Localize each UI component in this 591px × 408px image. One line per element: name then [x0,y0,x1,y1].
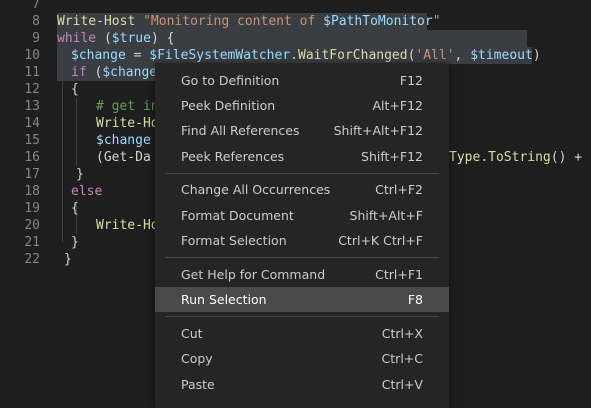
code-line: # get in [96,99,159,114]
line-number: 21 [24,235,40,250]
line-number: 12 [24,82,40,97]
code-line: } [76,167,84,182]
menu-item-copy[interactable]: Copy Ctrl+C [155,346,449,371]
line-number: 20 [24,218,40,233]
code-line: while ($true) { [57,31,175,46]
code-line: { [71,82,79,97]
code-line: } [64,252,72,267]
menu-item-change-all-occurrences[interactable]: Change All Occurrences Ctrl+F2 [155,177,449,202]
code-line: } [71,235,79,250]
context-menu: Go to Definition F12 Peek Definition Alt+F… [155,63,449,408]
menu-item-cut[interactable]: Cut Ctrl+X [155,321,449,346]
code-line: { [71,201,79,216]
code-line: else [71,184,103,199]
menu-item-peek-references[interactable]: Peek References Shift+F12 [155,144,449,169]
line-number: 14 [24,116,40,131]
menu-item-format-document[interactable]: Format Document Shift+Alt+F [155,203,449,228]
menu-item-get-help-for-command[interactable]: Get Help for Command Ctrl+F1 [155,262,449,287]
code-line: $change = $FileSystemWatcher.WaitForChan… [71,48,541,63]
line-number: 8 [32,14,40,29]
line-number: 22 [24,252,40,267]
line-number: 17 [24,167,40,182]
code-line: $change [96,133,151,148]
line-number: 16 [24,150,40,165]
line-number: 7 [32,0,40,12]
menu-separator [165,257,439,258]
code-line: if ($change [71,65,158,80]
menu-separator [165,173,439,174]
menu-item-run-selection[interactable]: Run Selection F8 [155,287,449,312]
indent-guide [62,47,63,242]
code-line: Type.ToString() + ", [449,150,591,165]
line-number: 15 [24,133,40,148]
line-number: 11 [24,65,40,80]
menu-item-peek-definition[interactable]: Peek Definition Alt+F12 [155,93,449,118]
indent-guide [76,98,77,166]
menu-item-paste[interactable]: Paste Ctrl+V [155,372,449,397]
menu-item-find-all-references[interactable]: Find All References Shift+Alt+F12 [155,118,449,143]
menu-item-format-selection[interactable]: Format Selection Ctrl+K Ctrl+F [155,228,449,253]
line-number: 10 [24,48,40,63]
line-number: 9 [32,31,40,46]
menu-item-go-to-definition[interactable]: Go to Definition F12 [155,68,449,93]
code-line: Write-Ho [96,218,159,233]
line-number: 13 [24,99,40,114]
menu-separator [165,316,439,317]
code-line: Write-Host "Monitoring content of $PathT… [57,14,441,29]
line-number: 19 [24,201,40,216]
code-line: Write-Ho [96,116,159,131]
line-number: 18 [24,184,40,199]
code-line: (Get-Da [96,150,151,165]
